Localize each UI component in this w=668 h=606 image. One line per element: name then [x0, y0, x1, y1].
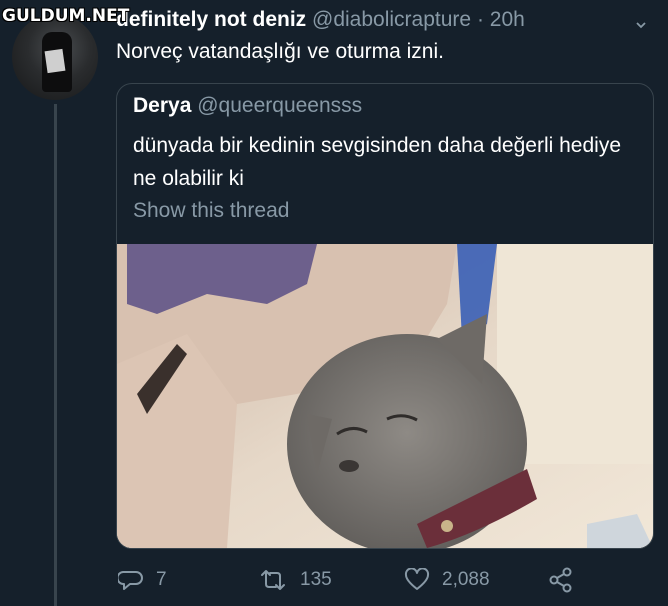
retweet-count: 135	[300, 569, 332, 590]
tweet-header: definitely not deniz @diabolicrapture · …	[116, 8, 525, 32]
chevron-down-icon[interactable]	[636, 20, 646, 30]
watermark-logo: GULDUM.NET	[2, 6, 130, 26]
display-name[interactable]: definitely not deniz	[116, 8, 306, 31]
photo-illustration	[117, 244, 653, 548]
retweet-button[interactable]: 135	[258, 566, 332, 594]
tweet-actions: 7 135 2,088	[116, 566, 652, 594]
retweet-icon	[261, 570, 285, 590]
quoted-tweet-text: dünyada bir kedinin sevgisinden daha değ…	[133, 134, 622, 190]
timestamp[interactable]: 20h	[490, 8, 525, 31]
user-handle[interactable]: @diabolicrapture	[312, 8, 471, 31]
tweet-photo[interactable]	[117, 244, 653, 548]
share-icon	[549, 567, 572, 593]
like-count: 2,088	[442, 569, 490, 590]
separator-dot: ·	[476, 8, 484, 31]
heart-icon	[404, 568, 430, 590]
quoted-display-name: Derya	[133, 94, 192, 117]
reply-icon	[118, 571, 143, 590]
reply-count: 7	[156, 569, 167, 590]
like-button[interactable]: 2,088	[404, 566, 490, 594]
quoted-tweet[interactable]: Derya @queerqueensss dünyada bir kedinin…	[116, 83, 654, 549]
reply-button[interactable]: 7	[118, 566, 167, 594]
show-thread-link[interactable]: Show this thread	[133, 199, 289, 223]
share-button[interactable]	[548, 566, 586, 594]
quoted-user-handle: @queerqueensss	[197, 94, 363, 117]
avatar[interactable]	[12, 14, 98, 100]
thread-line	[54, 104, 57, 606]
tweet-text: Norveç vatandaşlığı ve oturma izni.	[116, 40, 444, 63]
avatar-sign	[44, 48, 66, 74]
quoted-tweet-header: Derya @queerqueensss	[133, 94, 362, 118]
